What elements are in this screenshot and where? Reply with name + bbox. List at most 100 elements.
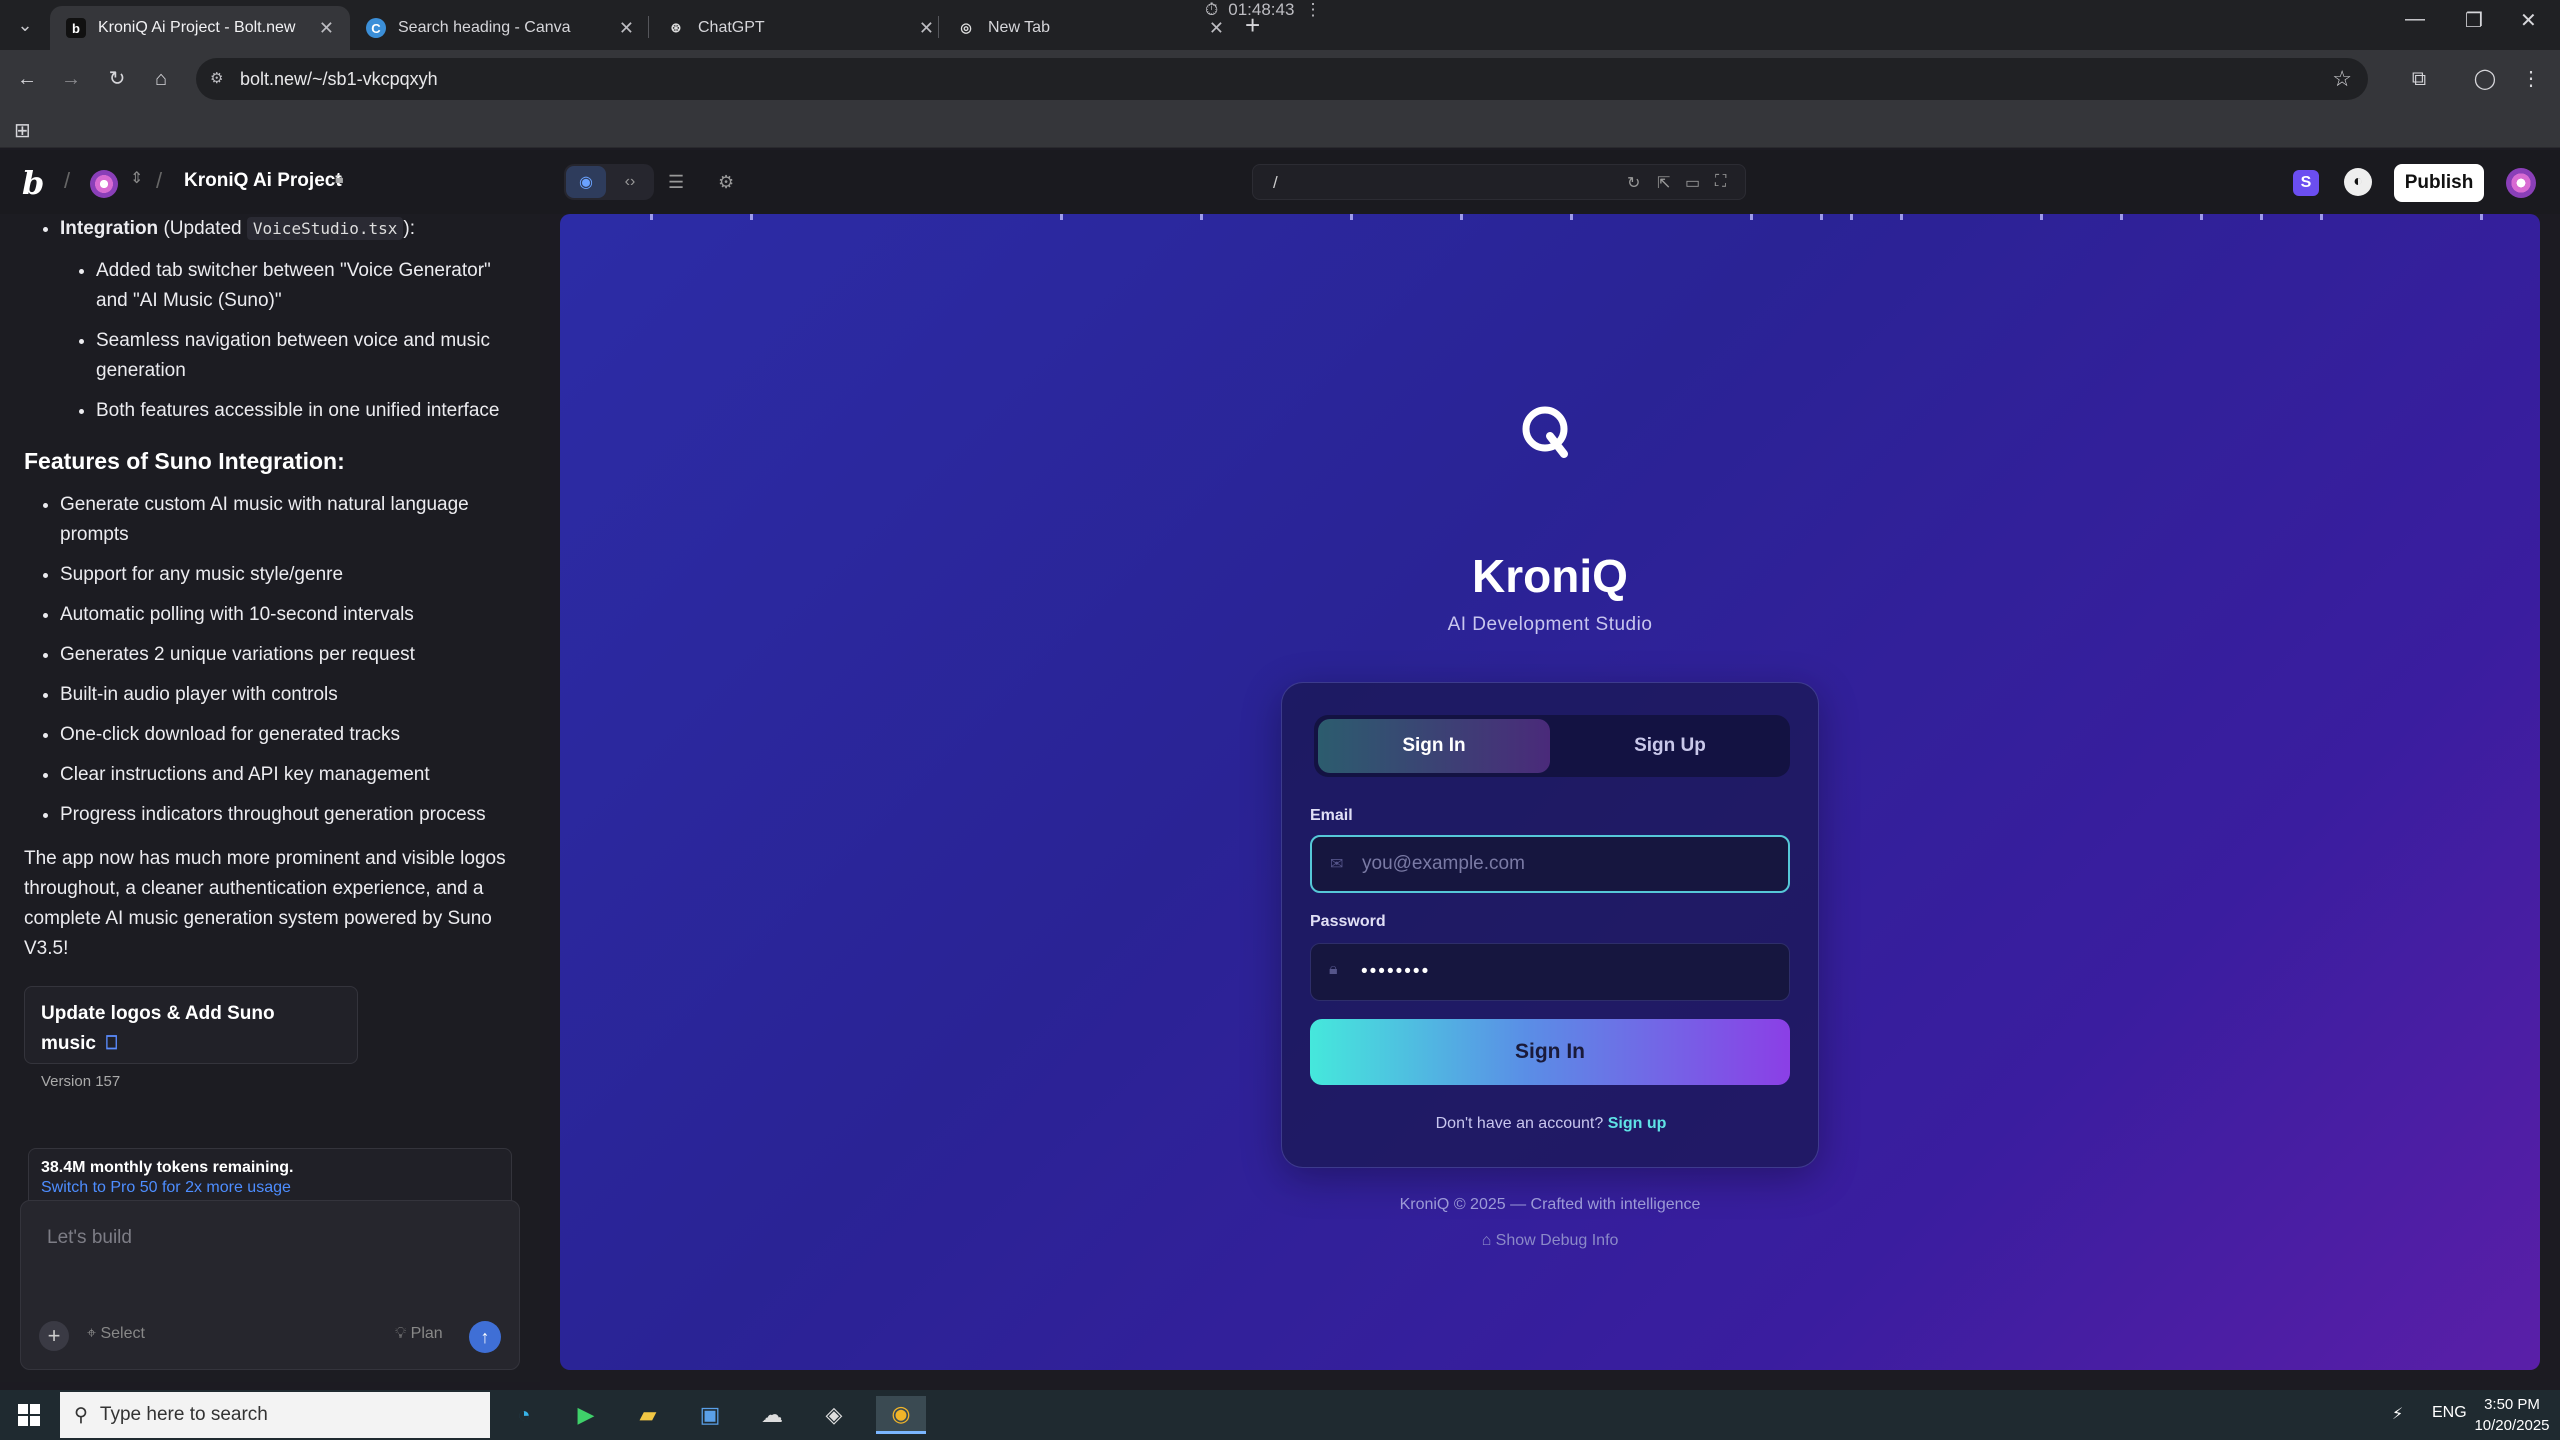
brand-subtitle: AI Development Studio (1447, 614, 1653, 635)
kroniq-q-logo (1522, 406, 1568, 458)
open-external-icon[interactable]: ⇱ (1657, 173, 1670, 193)
more-dots-icon[interactable]: ⋮ (1304, 0, 1321, 20)
bookmark-star-icon[interactable]: ☆ (2332, 66, 2352, 92)
features-heading: Features of Suno Integration: (24, 448, 345, 474)
sign-in-button[interactable]: Sign In (1310, 1019, 1790, 1085)
tab-sign-in[interactable]: Sign In (1318, 719, 1550, 773)
close-icon[interactable]: ✕ (619, 18, 634, 39)
restore-icon[interactable]: ❐ (2465, 8, 2483, 33)
show-debug-link[interactable]: ⌂ Show Debug Info (1350, 1232, 1750, 1250)
settings-gear-icon[interactable]: ⚙ (718, 172, 734, 193)
edge-icon[interactable]: ◔ (504, 1396, 544, 1434)
tab-canva[interactable]: C Search heading - Canva ✕ (350, 6, 650, 50)
star-particle (2260, 214, 2263, 220)
star-particles (560, 214, 2540, 222)
minimize-icon[interactable]: — (2405, 8, 2425, 31)
site-settings-icon[interactable]: ⚙ (210, 69, 230, 89)
device-preview-icon[interactable]: ▭ (1685, 173, 1700, 193)
tab-search-chevron-icon[interactable]: ⌄ (10, 10, 40, 40)
list-item: Support for any music style/genre (60, 560, 516, 590)
password-field[interactable]: 🔒︎ •••••••• (1310, 943, 1790, 1001)
tab-kroniq-bolt[interactable]: b KroniQ Ai Project - Bolt.new ✕ (50, 6, 350, 50)
app-shield-icon[interactable]: ◈ (814, 1396, 854, 1434)
address-bar[interactable]: ⚙ bolt.new/~/sb1-vkcpqxyh ☆ (196, 58, 2368, 100)
code-icon[interactable]: ‹› (610, 166, 650, 198)
switcher-chevron-icon[interactable]: ⇕ (130, 168, 143, 188)
home-icon[interactable]: ⌂ (146, 64, 176, 94)
star-particle (1060, 214, 1063, 220)
auth-card: Sign In Sign Up Email ✉ Password 🔒︎ ••••… (1281, 682, 1819, 1168)
upgrade-link[interactable]: Switch to Pro 50 for 2x more usage (41, 1179, 499, 1197)
select-button[interactable]: ⌖ Select (87, 1325, 145, 1343)
database-icon[interactable]: ☰ (668, 172, 684, 193)
chat-panel: Integration (Updated VoiceStudio.tsx): A… (0, 214, 540, 1382)
tab-sign-up[interactable]: Sign Up (1554, 719, 1786, 773)
email-input[interactable] (1362, 853, 1762, 875)
tokens-remaining: 38.4M monthly tokens remaining. (41, 1159, 294, 1176)
chat-composer[interactable]: Let's build + ⌖ Select 💡︎ Plan ↑ (20, 1200, 520, 1370)
attach-plus-button[interactable]: + (39, 1321, 69, 1351)
network-icon[interactable]: ⚡︎ (2392, 1404, 2403, 1424)
chrome-menu-icon[interactable]: ⋮ (2516, 64, 2546, 94)
summary-text: The app now has much more prominent and … (24, 848, 506, 959)
app-flag-icon[interactable]: ▶ (566, 1396, 606, 1434)
chrome-taskbar-icon[interactable]: ◉ (876, 1396, 926, 1434)
composer-input[interactable]: Let's build (47, 1227, 132, 1249)
tab-new-tab[interactable]: ◎ New Tab ✕ (940, 6, 1240, 50)
github-icon[interactable]: ◐ (2344, 168, 2372, 196)
version-number: Version 157 (41, 1073, 121, 1090)
reload-icon[interactable]: ↻ (102, 64, 132, 94)
close-icon[interactable]: ✕ (319, 18, 334, 39)
list-item: Automatic polling with 10-second interva… (60, 600, 516, 630)
system-clock[interactable]: 3:50 PM 10/20/2025 (2470, 1394, 2554, 1436)
star-particle (1750, 214, 1753, 220)
project-name[interactable]: KroniQ Ai Project (184, 170, 342, 192)
star-particle (2480, 214, 2483, 220)
fullscreen-icon[interactable]: ⛶ (1715, 173, 1726, 191)
file-explorer-icon[interactable]: ▰ (628, 1396, 668, 1434)
breadcrumb-separator: / (156, 168, 163, 193)
tab-chatgpt[interactable]: ⊛ ChatGPT ✕ (650, 6, 950, 50)
sign-up-link[interactable]: Sign up (1608, 1115, 1667, 1132)
chat-messages[interactable]: Integration (Updated VoiceStudio.tsx): A… (0, 214, 540, 1114)
email-label: Email (1310, 807, 1353, 824)
windows-start-icon[interactable] (18, 1404, 40, 1426)
extensions-icon[interactable]: ⧉ (2404, 64, 2434, 94)
version-card[interactable]: Update logos & Add Suno music ⎕ Version 1… (24, 986, 358, 1090)
preview-eye-icon[interactable]: ◉ (566, 166, 606, 198)
clock-date: 10/20/2025 (2474, 1417, 2550, 1434)
publish-button[interactable]: Publish (2394, 164, 2484, 202)
cloud-app-icon[interactable]: ☁ (752, 1396, 792, 1434)
timer-value: 01:48:43 (1228, 0, 1295, 19)
team-avatar[interactable] (90, 170, 118, 198)
list-item: One-click download for generated tracks (60, 720, 516, 750)
plan-label: Plan (410, 1325, 443, 1342)
email-field[interactable]: ✉ (1310, 835, 1790, 893)
s-integration-icon[interactable]: S (2293, 170, 2319, 196)
bolt-logo[interactable]: b (22, 164, 44, 202)
plan-button[interactable]: 💡︎ Plan (395, 1325, 443, 1343)
preview-path: / (1273, 173, 1278, 192)
canva-favicon-icon: C (366, 18, 386, 38)
close-icon[interactable]: ✕ (919, 18, 934, 39)
star-particle (650, 214, 653, 220)
password-value[interactable]: •••••••• (1361, 961, 1430, 983)
star-particle (1460, 214, 1463, 220)
user-avatar[interactable] (2506, 168, 2536, 198)
refresh-icon[interactable]: ↻ (1627, 173, 1640, 193)
back-icon[interactable]: ← (12, 64, 42, 94)
integration-suffix: (Updated (158, 218, 247, 239)
switch-prompt: Don't have an account? (1435, 1115, 1604, 1132)
bookmark-icon[interactable]: ⎕ (106, 1033, 117, 1054)
window-close-icon[interactable]: ✕ (2520, 8, 2537, 33)
taskbar-search[interactable]: ⚲ Type here to search (60, 1392, 490, 1438)
profile-icon[interactable]: ◯ (2470, 64, 2500, 94)
new-tab-button[interactable]: + (1245, 10, 1260, 41)
send-button[interactable]: ↑ (469, 1321, 501, 1353)
preview-url-bar[interactable]: / ↻ ⇱ ▭ ⛶ (1252, 164, 1746, 200)
store-icon[interactable]: ▣ (690, 1396, 730, 1434)
close-icon[interactable]: ✕ (1209, 18, 1224, 39)
apps-grid-icon[interactable]: ⊞ (14, 118, 31, 143)
forward-icon[interactable]: → (56, 64, 86, 94)
language-indicator[interactable]: ENG (2432, 1404, 2467, 1422)
